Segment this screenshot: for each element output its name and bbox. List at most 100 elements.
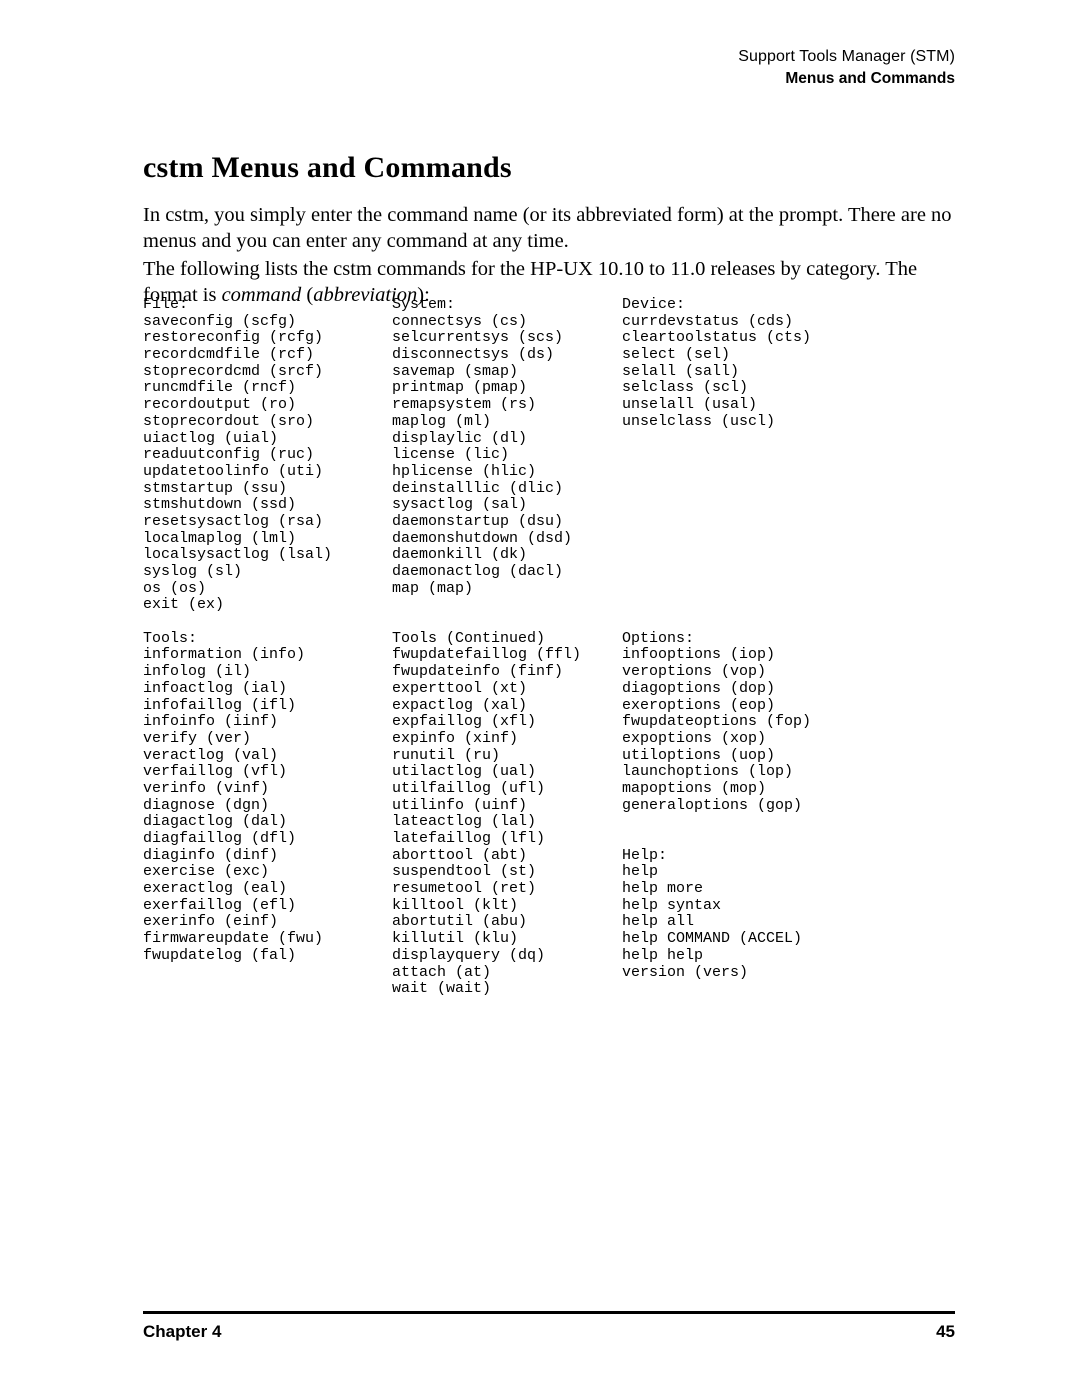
command-entry: displayquery (dq) <box>392 946 546 964</box>
command-entry: verinfo (vinf) <box>143 779 270 797</box>
command-entry: map (map) <box>392 579 474 597</box>
command-row: infoactlog (ial) experttool (xt) diagoptio… <box>143 679 1003 698</box>
command-entry: updatetoolinfo (uti) <box>143 462 324 480</box>
command-entry: saveconfig (scfg) <box>143 312 297 330</box>
command-entry: fwupdatefaillog (ffl) <box>392 646 582 664</box>
command-entry: veroptions (vop) <box>622 663 767 681</box>
command-entry: recordoutput (ro) <box>143 396 297 414</box>
command-row: os (os) map (map) <box>143 579 1003 598</box>
command-entry: connectsys (cs) <box>392 312 528 330</box>
command-entry: fwupdatelog (fal) <box>143 946 297 964</box>
command-entry: expoptions (xop) <box>622 729 767 747</box>
command-entry: runcmdfile (rncf) <box>143 379 297 397</box>
command-entry: resetsysactlog (rsa) <box>143 512 324 530</box>
command-entry: information (info) <box>143 646 306 664</box>
command-entry: mapoptions (mop) <box>622 779 767 797</box>
command-entry: generaloptions (gop) <box>622 796 803 814</box>
command-row: stmshutdown (ssd) sysactlog (sal) <box>143 497 1003 514</box>
command-entry: exerfaillog (efl) <box>143 896 297 914</box>
command-entry: firmwareupdate (fwu) <box>143 930 324 948</box>
footer-divider <box>143 1311 955 1314</box>
command-entry: unselclass (uscl) <box>622 412 776 430</box>
command-row: localmaplog (lml) daemonshutdown (dsd) <box>143 529 1003 548</box>
command-category-heading: File: <box>143 296 189 313</box>
command-entry: selcurrentsys (scs) <box>392 329 564 347</box>
running-head-section-title: Menus and Commands <box>785 70 955 87</box>
command-entry: daemonactlog (dacl) <box>392 563 564 580</box>
command-row: fwupdatelog (fal) displayquery (dq) help h… <box>143 946 1003 965</box>
command-entry: uiactlog (uial) <box>143 429 279 447</box>
command-row: information (info) fwupdatefaillog (ffl) i… <box>143 647 1003 664</box>
command-row: exit (ex) <box>143 597 1003 614</box>
command-entry: latefaillog (lfl) <box>392 830 546 847</box>
page-footer: Chapter 4 45 <box>143 1320 955 1344</box>
document-page: Support Tools Manager (STM) Menus and Co… <box>0 0 1080 1397</box>
command-row: firmwareupdate (fwu) killutil (klu) help C… <box>143 930 1003 948</box>
command-entry: stmshutdown (ssd) <box>143 496 297 514</box>
command-row: File: System: Device: <box>143 296 1003 314</box>
command-row: saveconfig (scfg) connectsys (cs) currdevs… <box>143 312 1003 331</box>
command-entry: runutil (ru) <box>392 746 501 764</box>
command-entry: infoinfo (iinf) <box>143 713 279 731</box>
command-entry: exit (ex) <box>143 596 225 614</box>
command-row: attach (at) version (vers) <box>143 963 1003 982</box>
command-row: localsysactlog (lsal) daemonkill (dk) <box>143 547 1003 564</box>
command-entry: utiloptions (uop) <box>622 746 776 764</box>
command-entry: resumetool (ret) <box>392 880 537 898</box>
command-entry: hplicense (hlic) <box>392 462 537 480</box>
command-row: recordcmdfile (rcf) disconnectsys (ds) sel… <box>143 346 1003 364</box>
command-entry: help syntax <box>622 896 722 914</box>
command-row: exerfaillog (efl) killtool (klt) help synt… <box>143 896 1003 915</box>
command-entry: killutil (klu) <box>392 930 519 948</box>
command-entry: experttool (xt) <box>392 679 528 697</box>
command-entry: Help: <box>622 846 668 864</box>
command-entry: exeroptions (eop) <box>622 696 776 714</box>
command-row: diagactlog (dal) lateactlog (lal) <box>143 814 1003 831</box>
command-entry: suspendtool (st) <box>392 863 537 881</box>
command-row: stmstartup (ssu) deinstalllic (dlic) <box>143 479 1003 498</box>
command-entry: unselall (usal) <box>622 396 758 414</box>
command-entry: restoreconfig (rcfg) <box>143 329 324 347</box>
command-category-heading: Tools: <box>143 629 198 647</box>
command-entry: stmstartup (ssu) <box>143 479 288 497</box>
command-row: veractlog (val) runutil (ru) utiloptions (… <box>143 746 1003 765</box>
command-entry: launchoptions (lop) <box>622 763 794 781</box>
command-row: infoinfo (iinf) expfaillog (xfl) fwupdateo… <box>143 713 1003 731</box>
command-row: verify (ver) expinfo (xinf) expoptions (xo… <box>143 729 1003 748</box>
command-entry: cleartoolstatus (cts) <box>622 329 812 347</box>
command-entry: diagfaillog (dfl) <box>143 830 297 847</box>
command-row: stoprecordcmd (srcf) savemap (smap) selall… <box>143 363 1003 381</box>
intro-paragraph-1: In cstm, you simply enter the command na… <box>143 203 952 252</box>
command-entry: os (os) <box>143 579 207 597</box>
command-entry: disconnectsys (ds) <box>392 346 555 364</box>
command-row: recordoutput (ro) remapsystem (rs) unselal… <box>143 396 1003 414</box>
command-entry: exerinfo (einf) <box>143 913 279 931</box>
command-entry: printmap (pmap) <box>392 379 528 397</box>
command-entry: daemonkill (dk) <box>392 546 528 564</box>
command-row: restoreconfig (rcfg) selcurrentsys (scs) c… <box>143 330 1003 347</box>
running-head-book-title: Support Tools Manager (STM) <box>738 48 955 65</box>
command-entry: version (vers) <box>622 963 749 981</box>
command-entry: diagnose (dgn) <box>143 796 270 814</box>
command-entry: sysactlog (sal) <box>392 496 528 514</box>
command-block: Tools: Tools (Continued) Options: informati… <box>143 629 1003 998</box>
command-entry: remapsystem (rs) <box>392 396 537 414</box>
command-entry: recordcmdfile (rcf) <box>143 346 315 364</box>
command-entry: help more <box>622 880 704 898</box>
command-entry: localmaplog (lml) <box>143 529 297 547</box>
command-row: exeractlog (eal) resumetool (ret) help mor… <box>143 880 1003 898</box>
command-entry: attach (at) <box>392 963 492 981</box>
command-row: updatetoolinfo (uti) hplicense (hlic) <box>143 462 1003 481</box>
command-row: readuutconfig (ruc) license (lic) <box>143 446 1003 464</box>
command-entry: currdevstatus (cds) <box>622 312 794 330</box>
command-entry: localsysactlog (lsal) <box>143 546 333 564</box>
command-entry: exercise (exc) <box>143 863 270 881</box>
command-entry: verfaillog (vfl) <box>143 763 288 781</box>
command-category-heading: System: <box>392 296 456 313</box>
command-entry: exeractlog (eal) <box>143 880 288 898</box>
command-entry: help all <box>622 913 695 931</box>
command-row: syslog (sl) daemonactlog (dacl) <box>143 563 1003 581</box>
command-entry: fwupdateoptions (fop) <box>622 713 812 731</box>
command-entry: infolog (il) <box>143 663 252 681</box>
command-entry: syslog (sl) <box>143 563 243 580</box>
